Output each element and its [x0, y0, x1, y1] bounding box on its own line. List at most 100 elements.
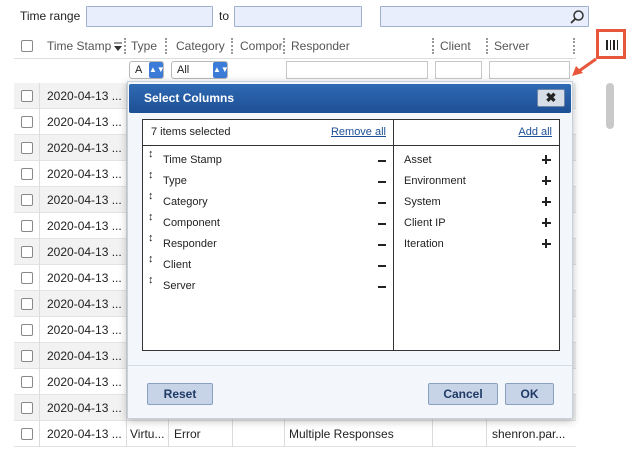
row-checkbox[interactable]: [21, 194, 33, 206]
minus-icon[interactable]: [378, 160, 386, 162]
row-checkbox[interactable]: [21, 142, 33, 154]
selected-column-item[interactable]: ↕ Type: [143, 168, 393, 191]
minus-icon[interactable]: [378, 202, 386, 204]
plus-icon[interactable]: [542, 176, 551, 185]
plus-icon[interactable]: [542, 218, 551, 227]
cancel-button[interactable]: Cancel: [428, 383, 498, 405]
plus-icon[interactable]: [542, 197, 551, 206]
table-row[interactable]: 2020-04-13 ... Virtu... Error Multiple Resp…: [14, 421, 576, 447]
selected-column-item[interactable]: ↕ Responder: [143, 231, 393, 254]
row-checkbox[interactable]: [21, 90, 33, 102]
minus-icon[interactable]: [378, 286, 386, 288]
column-resizer[interactable]: [165, 38, 167, 54]
cell-timestamp: 2020-04-13 ...: [47, 297, 122, 311]
dialog-title-bar[interactable]: Select Columns ✖: [129, 84, 571, 113]
column-resizer[interactable]: [231, 38, 233, 54]
plus-icon[interactable]: [542, 239, 551, 248]
search-input[interactable]: [380, 6, 589, 27]
drag-handle-icon[interactable]: ↕: [148, 252, 154, 266]
responder-filter-input[interactable]: [286, 61, 428, 79]
cell-server: shenron.par...: [492, 427, 566, 441]
available-column-item[interactable]: Environment: [394, 171, 559, 191]
row-checkbox[interactable]: [21, 350, 33, 362]
available-column-item[interactable]: System: [394, 192, 559, 212]
column-header-server[interactable]: Server: [494, 34, 529, 58]
type-filter-value: A: [135, 64, 143, 76]
drag-handle-icon[interactable]: ↕: [148, 189, 154, 203]
server-filter-input[interactable]: [489, 61, 570, 79]
available-column-item[interactable]: Client IP: [394, 213, 559, 233]
row-checkbox[interactable]: [21, 116, 33, 128]
cell-divider: [284, 421, 285, 447]
available-column-item[interactable]: Asset: [394, 150, 559, 170]
selected-column-item[interactable]: ↕ Category: [143, 189, 393, 212]
cell-divider: [39, 343, 40, 369]
search-icon[interactable]: [569, 9, 585, 25]
column-header-timestamp[interactable]: Time Stamp: [47, 34, 111, 58]
selected-column-label: Responder: [163, 238, 217, 250]
row-checkbox[interactable]: [21, 402, 33, 414]
client-filter-input[interactable]: [435, 61, 482, 79]
category-filter-select[interactable]: All ▲▼: [171, 61, 229, 79]
remove-all-link[interactable]: Remove all: [331, 120, 386, 145]
column-chooser-button[interactable]: [596, 29, 626, 59]
minus-icon[interactable]: [378, 223, 386, 225]
cell-divider: [39, 239, 40, 265]
cell-component: [236, 421, 284, 447]
drag-handle-icon[interactable]: ↕: [148, 210, 154, 224]
row-checkbox[interactable]: [21, 220, 33, 232]
close-button[interactable]: ✖: [537, 89, 565, 107]
reset-button[interactable]: Reset: [147, 383, 213, 405]
scrollbar-thumb[interactable]: [606, 83, 614, 129]
column-resizer[interactable]: [486, 38, 488, 54]
row-checkbox[interactable]: [21, 168, 33, 180]
selected-column-item[interactable]: ↕ Time Stamp: [143, 147, 393, 170]
column-resizer[interactable]: [124, 38, 126, 54]
minus-icon[interactable]: [378, 181, 386, 183]
column-header-category[interactable]: Category: [176, 34, 225, 58]
selected-column-item[interactable]: ↕ Component: [143, 210, 393, 233]
cell-divider: [232, 421, 233, 447]
time-range-from-input[interactable]: [86, 6, 213, 27]
drag-handle-icon[interactable]: ↕: [148, 273, 154, 287]
drag-handle-icon[interactable]: ↕: [148, 168, 154, 182]
column-header-responder[interactable]: Responder: [291, 34, 350, 58]
ok-button[interactable]: OK: [505, 383, 554, 405]
column-resizer[interactable]: [432, 38, 434, 54]
available-column-item[interactable]: Iteration: [394, 234, 559, 254]
row-checkbox[interactable]: [21, 272, 33, 284]
minus-icon[interactable]: [378, 244, 386, 246]
cell-timestamp: 2020-04-13 ...: [47, 167, 122, 181]
selected-column-item[interactable]: ↕ Client: [143, 252, 393, 275]
column-header-component[interactable]: Compor: [240, 34, 282, 58]
drag-handle-icon[interactable]: ↕: [148, 147, 154, 161]
row-checkbox[interactable]: [21, 324, 33, 336]
plus-icon[interactable]: [542, 155, 551, 164]
selected-columns-panel: 7 items selected Remove all ↕ Time Stamp ↕…: [142, 119, 394, 351]
row-checkbox[interactable]: [21, 428, 33, 440]
time-range-to-input[interactable]: [234, 6, 362, 27]
category-filter-value: All: [177, 64, 190, 76]
row-checkbox[interactable]: [21, 246, 33, 258]
available-column-label: Iteration: [404, 238, 444, 250]
available-column-label: Environment: [404, 175, 466, 187]
type-filter-select[interactable]: A ▲▼: [129, 61, 165, 79]
cell-divider: [39, 161, 40, 187]
column-header-type[interactable]: Type: [131, 34, 157, 58]
cell-timestamp: 2020-04-13 ...: [47, 115, 122, 129]
column-header-client[interactable]: Client: [440, 34, 471, 58]
row-checkbox[interactable]: [21, 298, 33, 310]
minus-icon[interactable]: [378, 265, 386, 267]
column-resizer[interactable]: [573, 38, 575, 54]
available-column-label: System: [404, 196, 441, 208]
selected-column-label: Type: [163, 175, 187, 187]
cell-divider: [39, 395, 40, 421]
select-all-checkbox[interactable]: [21, 40, 33, 52]
drag-handle-icon[interactable]: ↕: [148, 231, 154, 245]
add-all-link[interactable]: Add all: [518, 120, 552, 145]
selected-column-label: Server: [163, 280, 196, 292]
selected-column-item[interactable]: ↕ Server: [143, 273, 393, 296]
row-checkbox[interactable]: [21, 376, 33, 388]
column-resizer[interactable]: [283, 38, 285, 54]
sort-desc-icon[interactable]: [114, 42, 122, 52]
